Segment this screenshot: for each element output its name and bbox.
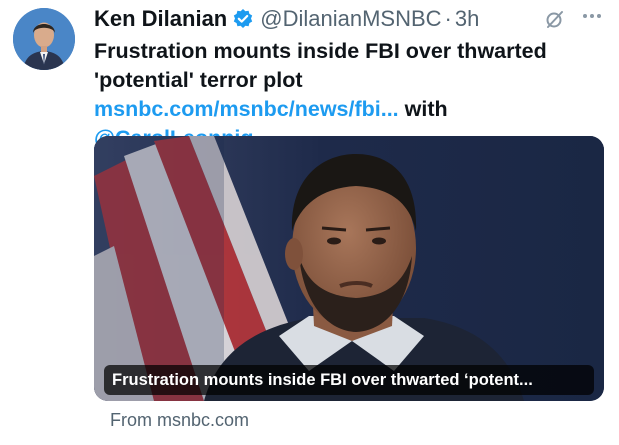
link-card[interactable]: Frustration mounts inside FBI over thwar… [94,136,604,401]
separator-dot: · [444,6,452,31]
grok-icon[interactable] [545,9,565,29]
tweet-connector-text: with [398,97,448,121]
tweet[interactable]: Ken Dilanian @DilanianMSNBC · 3h Frustra… [0,0,619,445]
more-icon[interactable] [580,8,604,30]
tweet-header: Ken Dilanian @DilanianMSNBC · 3h [94,6,479,32]
avatar[interactable] [13,8,75,70]
author-name[interactable]: Ken Dilanian [94,6,227,32]
tweet-body-text: Frustration mounts inside FBI over thwar… [94,39,547,92]
article-link[interactable]: msnbc.com/msnbc/news/fbi... [94,97,399,121]
verified-badge-icon [232,8,254,30]
tweet-time[interactable]: 3h [455,6,479,32]
avatar-photo [13,8,75,70]
author-handle[interactable]: @DilanianMSNBC [260,6,441,32]
card-photo [94,136,604,401]
card-source[interactable]: From msnbc.com [110,409,249,431]
card-headline[interactable]: Frustration mounts inside FBI over thwar… [104,365,594,395]
